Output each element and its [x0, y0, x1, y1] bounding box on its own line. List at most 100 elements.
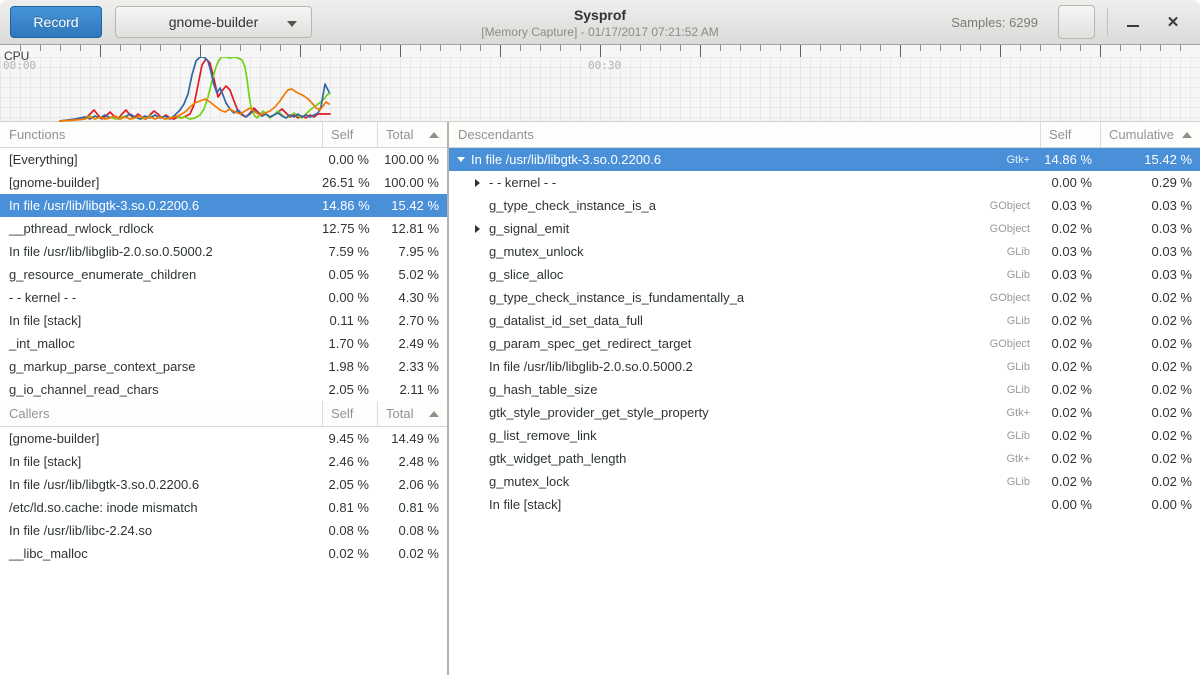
descendants-row[interactable]: g_param_spec_get_redirect_targetGObject0… — [449, 332, 1200, 355]
descendants-row[interactable]: g_mutex_lockGLib0.02 %0.02 % — [449, 470, 1200, 493]
expander-spacer — [475, 270, 489, 280]
library-badge: Gtk+ — [1006, 453, 1040, 465]
self-value: 14.86 % — [322, 198, 377, 213]
functions-row[interactable]: g_io_channel_read_chars2.05 %2.11 % — [0, 378, 447, 401]
descendant-name-cell: In file [stack] — [449, 497, 1040, 512]
callers-row[interactable]: In file [stack]2.46 %2.48 % — [0, 450, 447, 473]
self-value: 0.03 % — [1040, 198, 1100, 213]
functions-row[interactable]: [gnome-builder]26.51 %100.00 % — [0, 171, 447, 194]
self-value: 0.00 % — [322, 152, 377, 167]
descendant-name-cell: g_list_remove_linkGLib — [449, 428, 1040, 443]
menu-button[interactable] — [1058, 5, 1095, 39]
functions-row[interactable]: g_resource_enumerate_children0.05 %5.02 … — [0, 263, 447, 286]
self-value: 0.02 % — [1040, 313, 1100, 328]
function-name: _int_malloc — [0, 336, 322, 351]
callers-row[interactable]: /etc/ld.so.cache: inode mismatch0.81 %0.… — [0, 496, 447, 519]
self-value: 0.03 % — [1040, 267, 1100, 282]
callers-row[interactable]: __libc_malloc0.02 %0.02 % — [0, 542, 447, 565]
self-value: 0.02 % — [1040, 290, 1100, 305]
descendants-row[interactable]: In file [stack]0.00 %0.00 % — [449, 493, 1200, 516]
descendants-row[interactable]: g_type_check_instance_is_fundamentally_a… — [449, 286, 1200, 309]
self-value: 0.02 % — [1040, 221, 1100, 236]
function-name: In file /usr/lib/libgtk-3.so.0.2200.6 — [0, 477, 322, 492]
function-name: In file /usr/lib/libgtk-3.so.0.2200.6 — [0, 198, 322, 213]
descendants-row[interactable]: gtk_style_provider_get_style_propertyGtk… — [449, 401, 1200, 424]
descendants-row[interactable]: g_signal_emitGObject0.02 %0.03 % — [449, 217, 1200, 240]
descendants-row[interactable]: In file /usr/lib/libglib-2.0.so.0.5000.2… — [449, 355, 1200, 378]
total-value: 2.33 % — [377, 359, 447, 374]
descendants-row[interactable]: In file /usr/lib/libgtk-3.so.0.2200.6Gtk… — [449, 148, 1200, 171]
expander-spacer — [475, 201, 489, 211]
record-button[interactable]: Record — [10, 6, 102, 38]
function-name: - - kernel - - — [0, 290, 322, 305]
minimize-icon — [1127, 25, 1139, 28]
close-button[interactable]: ✕ — [1160, 9, 1186, 35]
library-badge: GLib — [1007, 246, 1040, 258]
self-value: 0.02 % — [1040, 336, 1100, 351]
right-pane: Descendants Self Cumulative In file /usr… — [449, 122, 1200, 675]
functions-row[interactable]: [Everything]0.00 %100.00 % — [0, 148, 447, 171]
library-badge: GObject — [990, 223, 1040, 235]
callers-self-column-header[interactable]: Self — [322, 401, 377, 426]
descendants-row[interactable]: g_hash_table_sizeGLib0.02 %0.02 % — [449, 378, 1200, 401]
time-label-mid: 00:30 — [588, 59, 621, 72]
descendants-row[interactable]: g_datalist_id_set_data_fullGLib0.02 %0.0… — [449, 309, 1200, 332]
process-selector-label: gnome-builder — [169, 14, 259, 30]
descendant-name-cell: g_signal_emitGObject — [449, 221, 1040, 236]
functions-total-column-header[interactable]: Total — [377, 122, 447, 147]
total-value: 0.02 % — [377, 546, 447, 561]
self-value: 26.51 % — [322, 175, 377, 190]
self-value: 0.02 % — [1040, 474, 1100, 489]
library-badge: Gtk+ — [1006, 154, 1040, 166]
self-value: 0.02 % — [1040, 428, 1100, 443]
cumulative-value: 0.02 % — [1100, 336, 1200, 351]
descendant-name-cell: - - kernel - - — [449, 175, 1040, 190]
self-value: 2.05 % — [322, 477, 377, 492]
expander-closed-icon[interactable] — [475, 178, 489, 188]
functions-row[interactable]: g_markup_parse_context_parse1.98 %2.33 % — [0, 355, 447, 378]
function-name: g_hash_table_size — [489, 382, 597, 397]
functions-row[interactable]: _int_malloc1.70 %2.49 % — [0, 332, 447, 355]
descendants-row[interactable]: - - kernel - -0.00 %0.29 % — [449, 171, 1200, 194]
callers-row[interactable]: In file /usr/lib/libgtk-3.so.0.2200.62.0… — [0, 473, 447, 496]
cumulative-value: 0.29 % — [1100, 175, 1200, 190]
function-name: gtk_style_provider_get_style_property — [489, 405, 709, 420]
sysprof-window: Record gnome-builder Sysprof [Memory Cap… — [0, 0, 1200, 675]
process-selector-dropdown[interactable]: gnome-builder — [115, 6, 312, 38]
callers-column-header[interactable]: Callers — [0, 401, 322, 426]
descendants-cumulative-column-header[interactable]: Cumulative — [1100, 122, 1200, 147]
cpu-graph[interactable]: CPU 00:00 00:30 — [0, 45, 1200, 122]
function-name: In file [stack] — [0, 454, 322, 469]
callers-total-column-header[interactable]: Total — [377, 401, 447, 426]
library-badge: GLib — [1007, 430, 1040, 442]
descendants-self-column-header[interactable]: Self — [1040, 122, 1100, 147]
functions-row[interactable]: In file [stack]0.11 %2.70 % — [0, 309, 447, 332]
cumulative-value: 0.02 % — [1100, 290, 1200, 305]
functions-row[interactable]: __pthread_rwlock_rdlock12.75 %12.81 % — [0, 217, 447, 240]
expander-open-icon[interactable] — [457, 155, 471, 165]
total-value: 2.49 % — [377, 336, 447, 351]
minimize-button[interactable] — [1120, 9, 1146, 35]
descendants-row[interactable]: g_slice_allocGLib0.03 %0.03 % — [449, 263, 1200, 286]
function-name: g_mutex_unlock — [489, 244, 584, 259]
callers-row[interactable]: In file /usr/lib/libc-2.24.so0.08 %0.08 … — [0, 519, 447, 542]
function-name: /etc/ld.so.cache: inode mismatch — [0, 500, 322, 515]
library-badge: GObject — [990, 338, 1040, 350]
function-name: g_type_check_instance_is_fundamentally_a — [489, 290, 744, 305]
descendants-row[interactable]: gtk_widget_path_lengthGtk+0.02 %0.02 % — [449, 447, 1200, 470]
descendant-name-cell: g_type_check_instance_is_aGObject — [449, 198, 1040, 213]
functions-self-column-header[interactable]: Self — [322, 122, 377, 147]
functions-row[interactable]: - - kernel - -0.00 %4.30 % — [0, 286, 447, 309]
function-name: g_resource_enumerate_children — [0, 267, 322, 282]
self-value: 0.00 % — [322, 290, 377, 305]
expander-closed-icon[interactable] — [475, 224, 489, 234]
functions-column-header[interactable]: Functions — [0, 122, 322, 147]
descendants-row[interactable]: g_list_remove_linkGLib0.02 %0.02 % — [449, 424, 1200, 447]
descendants-row[interactable]: g_mutex_unlockGLib0.03 %0.03 % — [449, 240, 1200, 263]
functions-row[interactable]: In file /usr/lib/libglib-2.0.so.0.5000.2… — [0, 240, 447, 263]
descendants-column-header[interactable]: Descendants — [449, 122, 1040, 147]
total-value: 7.95 % — [377, 244, 447, 259]
descendants-row[interactable]: g_type_check_instance_is_aGObject0.03 %0… — [449, 194, 1200, 217]
functions-row[interactable]: In file /usr/lib/libgtk-3.so.0.2200.614.… — [0, 194, 447, 217]
callers-row[interactable]: [gnome-builder]9.45 %14.49 % — [0, 427, 447, 450]
